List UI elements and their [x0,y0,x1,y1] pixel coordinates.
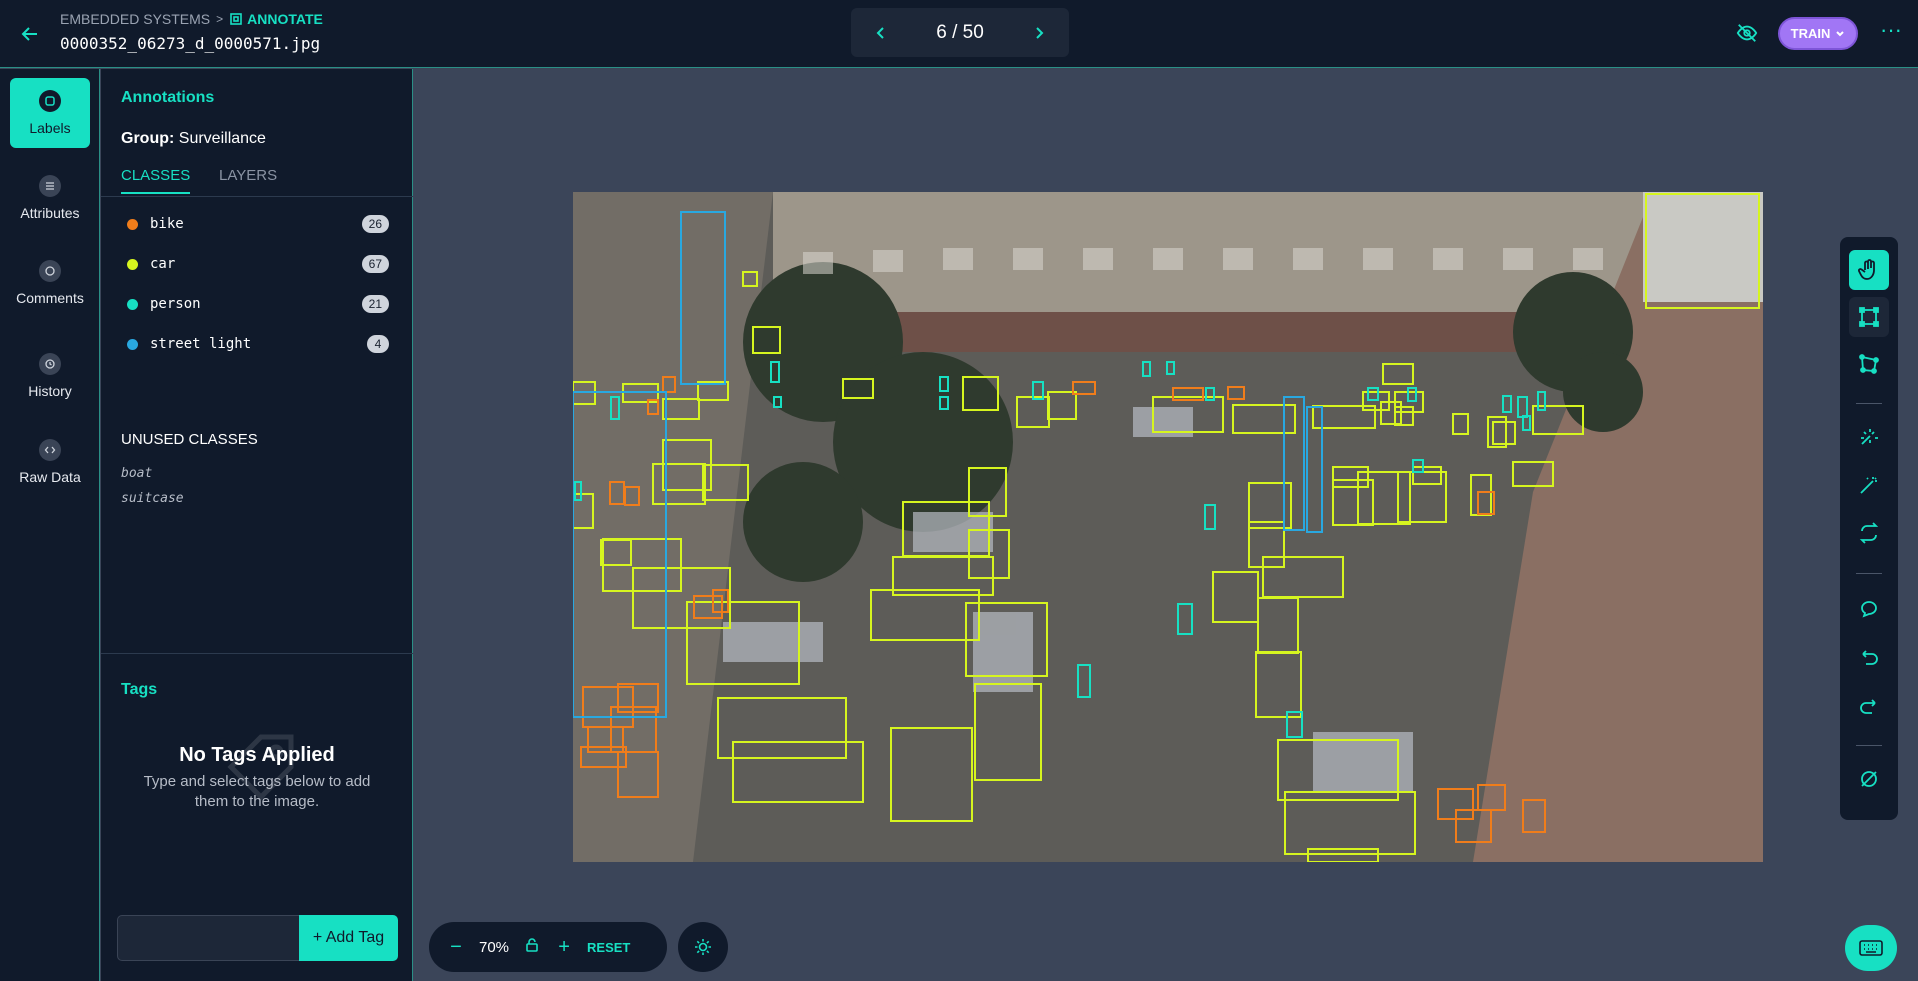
annotations-panel: Annotations Group: Surveillance CLASSES … [101,69,413,981]
breadcrumb-separator: > [216,12,224,26]
next-image-icon[interactable] [1029,23,1049,43]
train-button-label: TRAIN [1790,26,1831,41]
class-item-bike[interactable]: bike 26 [127,213,389,235]
comment-tool-icon[interactable] [1849,588,1889,628]
class-count-badge: 21 [361,295,389,313]
annotate-icon [230,13,242,25]
polygon-tool-icon[interactable] [1849,344,1889,384]
repeat-icon[interactable] [1849,513,1889,553]
group-value: Surveillance [178,130,266,147]
comment-icon [39,260,61,282]
unused-class-item[interactable]: suitcase [121,491,184,506]
group-label: Group: [121,130,175,147]
unused-class-item[interactable]: boat [121,466,152,481]
class-name: car [150,256,176,272]
bounding-box-tool-icon[interactable] [1849,297,1889,337]
class-count-badge: 67 [361,255,389,273]
breadcrumb-project[interactable]: EMBEDDED SYSTEMS [60,11,210,27]
class-color-dot [127,218,138,230]
no-tags-description: Type and select tags below to add them t… [143,773,371,810]
class-color-dot [127,338,138,350]
tags-title: Tags [121,681,158,698]
tool-palette [1840,237,1898,820]
breadcrumb-current-label: ANNOTATE [247,11,323,27]
nav-labels-label: Labels [29,120,71,136]
panel-title: Annotations [121,89,215,106]
no-tags-title: No Tags Applied [179,744,335,766]
brightness-icon[interactable] [678,922,728,972]
divider [101,653,413,654]
class-color-dot [127,258,138,270]
image-pager: 6 / 50 [851,8,1069,57]
group-info: Group: Surveillance [121,130,266,148]
class-count-badge: 26 [361,215,389,233]
tab-layers[interactable]: LAYERS [219,167,277,192]
nav-history-label: History [28,383,72,399]
list-icon [39,175,61,197]
nav-attributes[interactable]: Attributes [10,163,90,233]
tag-input[interactable] [117,915,300,961]
nav-raw-data-label: Raw Data [19,469,81,485]
zoom-level: 70% [479,938,510,956]
nav-history[interactable]: History [10,341,90,411]
undo-icon[interactable] [1849,637,1889,677]
reset-zoom-button[interactable]: RESET [587,940,630,955]
class-item-street-light[interactable]: street light 4 [127,333,389,355]
nav-comments[interactable]: Comments [10,248,90,318]
tab-classes[interactable]: CLASSES [121,167,191,194]
class-name: bike [150,216,184,232]
labels-icon [39,90,61,112]
class-item-person[interactable]: person 21 [127,293,389,315]
pager-count: 6 / 50 [936,21,984,43]
panel-tabs: CLASSES LAYERS [101,167,413,197]
class-name: street light [150,336,252,352]
magic-wand-icon[interactable] [1849,465,1889,505]
pan-hand-icon[interactable] [1849,250,1889,290]
class-name: person [150,296,201,312]
train-button[interactable]: TRAIN [1778,17,1858,50]
annotation-canvas[interactable] [573,192,1763,862]
file-name: 0000352_06273_d_0000571.jpg [60,34,321,53]
zoom-controls: − 70% + RESET [429,922,667,972]
hide-annotations-icon[interactable] [1736,22,1758,44]
add-tag-button[interactable]: + Add Tag [299,915,398,961]
previous-image-icon[interactable] [871,23,891,43]
class-count-badge: 4 [367,335,389,353]
class-color-dot [127,298,138,310]
nav-labels[interactable]: Labels [10,78,90,148]
divider [1856,403,1882,404]
zoom-in-icon[interactable]: + [555,936,573,959]
chevron-down-icon [1836,30,1845,36]
aerial-street-image [573,192,1763,862]
auto-segment-icon[interactable] [1849,417,1889,457]
more-options-icon[interactable]: ··· [1878,19,1904,46]
keyboard-shortcuts-icon[interactable] [1845,925,1897,971]
nav-raw-data[interactable]: Raw Data [10,427,90,497]
lock-icon[interactable] [523,936,541,959]
zoom-out-icon[interactable]: − [447,936,465,959]
history-icon [39,353,61,375]
nav-comments-label: Comments [16,290,84,306]
nav-attributes-label: Attributes [20,205,80,221]
class-item-car[interactable]: car 67 [127,253,389,275]
divider [1856,573,1882,574]
top-bar: EMBEDDED SYSTEMS > ANNOTATE 0000352_0627… [0,0,1918,68]
unused-classes-title: UNUSED CLASSES [121,431,258,448]
code-icon [39,439,61,461]
divider [1856,745,1882,746]
redo-icon[interactable] [1849,686,1889,726]
left-navigation: Labels Attributes Comments History Raw D… [0,69,100,981]
back-arrow-icon[interactable] [18,22,42,46]
clear-annotations-icon[interactable] [1849,759,1889,799]
breadcrumb-current: ANNOTATE [229,11,323,27]
breadcrumb: EMBEDDED SYSTEMS > ANNOTATE [60,11,323,27]
